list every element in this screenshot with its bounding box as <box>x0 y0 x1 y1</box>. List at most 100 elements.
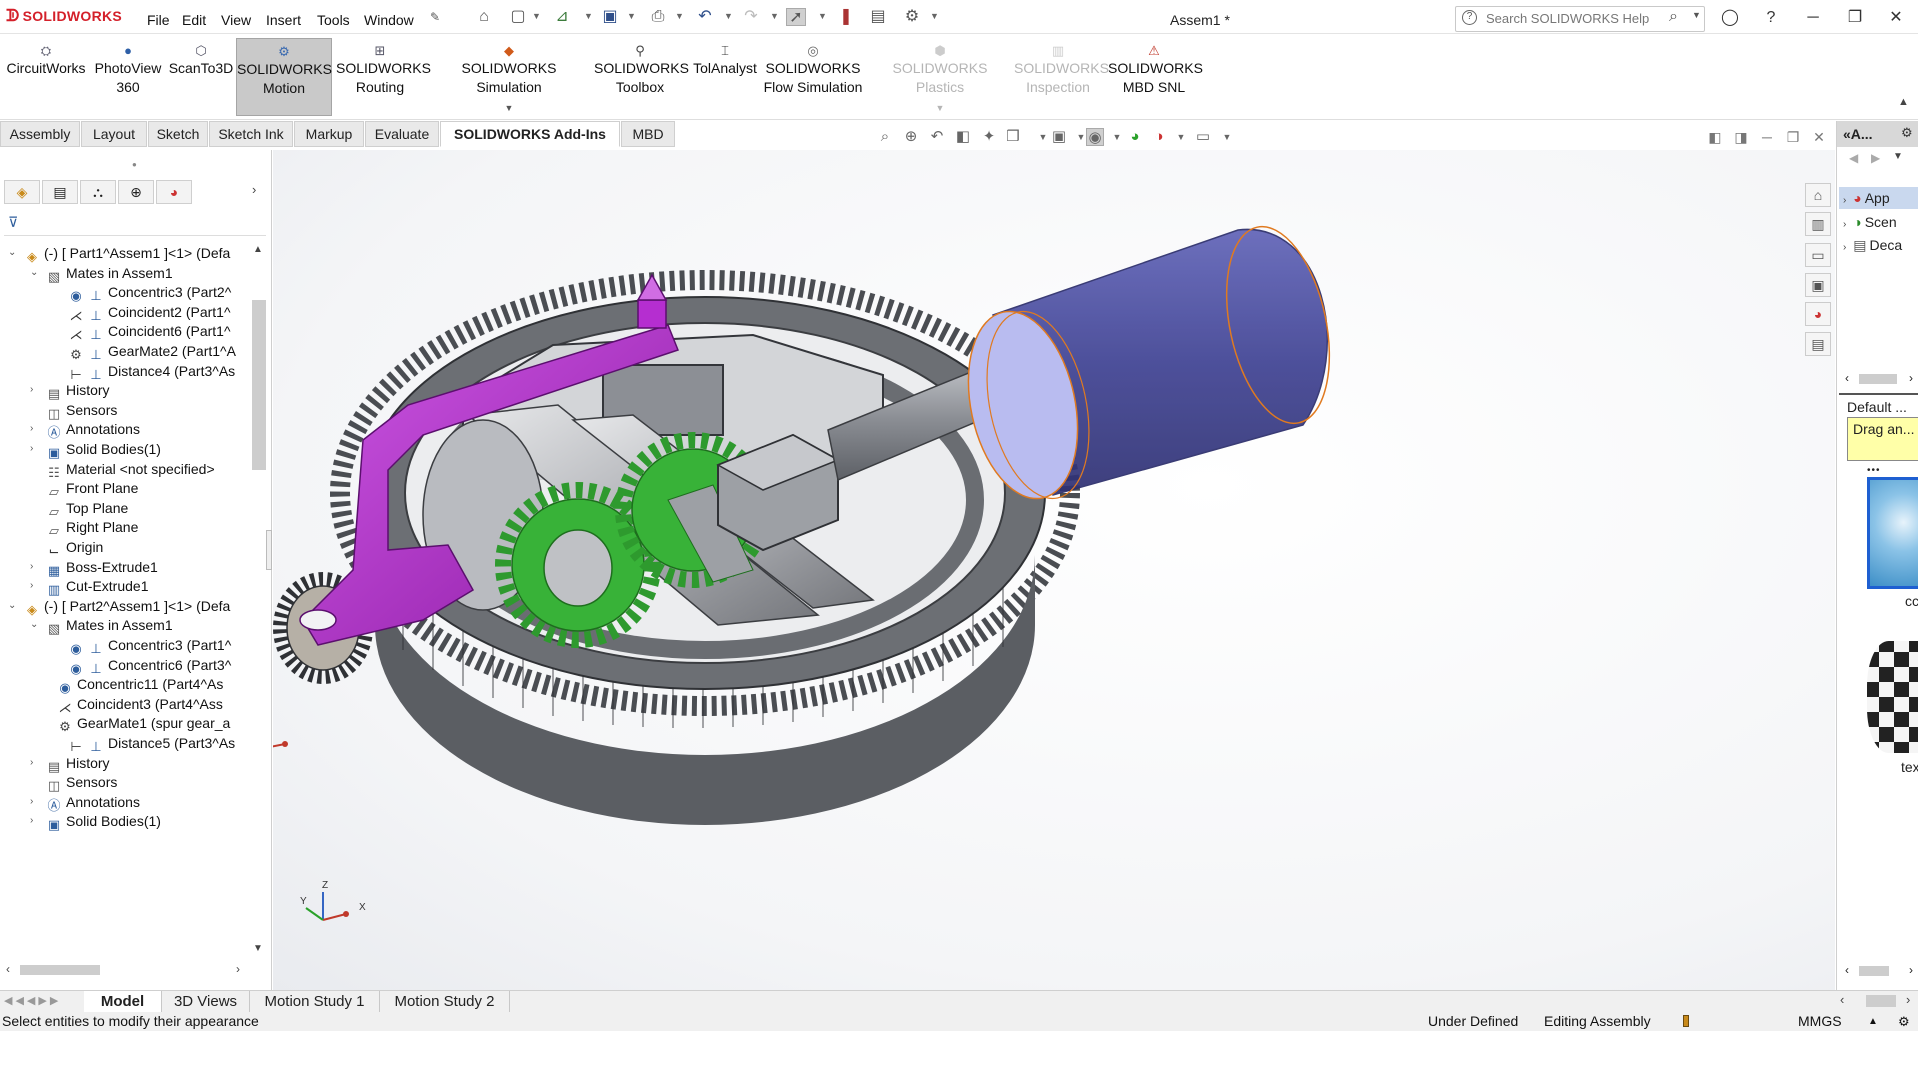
tab-motion-study-2[interactable]: Motion Study 2 <box>380 991 510 1013</box>
edit-appearance-icon[interactable]: ◕ <box>1126 128 1144 146</box>
task-pane-nav-dropdown-icon[interactable]: ▼ <box>1893 151 1903 162</box>
simulation-dropdown-icon[interactable]: ▼ <box>505 103 514 113</box>
plastics-dropdown-icon[interactable]: ▼ <box>936 103 945 113</box>
undo-dropdown-icon[interactable]: ▼ <box>724 11 733 21</box>
collapse-ribbon-icon[interactable]: ▲ <box>1898 96 1909 108</box>
viewport-restore-icon[interactable]: ❐ <box>1784 128 1802 146</box>
task-pane-view-palette-icon[interactable]: ▣ <box>1805 273 1831 297</box>
tree-item[interactable]: › ▣ Solid Bodies(1) <box>0 810 250 832</box>
zoom-to-fit-icon[interactable]: ⌕ <box>876 128 894 146</box>
configuration-manager-tab-icon[interactable]: ⛬ <box>80 180 116 204</box>
folder-expand-icon[interactable]: › <box>1843 242 1846 253</box>
options-dropdown-icon[interactable]: ▼ <box>930 11 939 21</box>
task-pane-bottom-scroll-thumb[interactable] <box>1859 966 1889 976</box>
tree-scroll-left-icon[interactable]: ‹ <box>6 962 10 976</box>
circuitworks-button[interactable]: ⛭ CircuitWorks <box>6 38 86 78</box>
section-view-icon[interactable]: ◧ <box>954 128 972 146</box>
task-pane-hscroll[interactable]: ‹ › <box>1839 371 1918 387</box>
tree-horizontal-scrollbar[interactable]: ‹ › <box>4 962 248 978</box>
print-dropdown-icon[interactable]: ▼ <box>675 11 684 21</box>
customize-status-icon[interactable]: ⚙ <box>1898 1012 1910 1031</box>
graphics-area[interactable] <box>273 150 1835 990</box>
task-pane-nav-forward-icon[interactable]: ▶ <box>1871 151 1880 165</box>
bottom-scroll-right-icon[interactable]: › <box>1906 992 1910 1007</box>
tab-model[interactable]: Model <box>84 991 162 1013</box>
tab-layout[interactable]: Layout <box>81 121 147 147</box>
bottom-scroll-thumb[interactable] <box>1866 995 1896 1007</box>
undo-icon[interactable]: ↶ <box>695 8 715 26</box>
menu-window[interactable]: Window <box>364 12 414 28</box>
task-pane-nav-back-icon[interactable]: ◀ <box>1849 151 1858 165</box>
tree-scroll-thumb[interactable] <box>252 300 266 470</box>
print-icon[interactable]: ⎙ <box>648 8 668 26</box>
viewport-close-icon[interactable]: ✕ <box>1810 128 1828 146</box>
search-icon[interactable]: ⌕ <box>1669 8 1678 26</box>
home-icon[interactable]: ⌂ <box>474 8 494 26</box>
tab-mbd[interactable]: MBD <box>621 121 675 147</box>
view-settings-dropdown-icon[interactable]: ▼ <box>1218 128 1236 146</box>
tab-sketch-ink[interactable]: Sketch Ink <box>209 121 293 147</box>
solidworks-inspection-button[interactable]: ▥ SOLIDWORKS Inspection <box>1014 38 1109 97</box>
hide-show-items-icon[interactable]: ◉ <box>1086 128 1104 146</box>
task-pane-scroll-left-icon[interactable]: ‹ <box>1845 371 1849 385</box>
tab-evaluate[interactable]: Evaluate <box>365 121 439 147</box>
assembly-model[interactable] <box>273 150 1835 990</box>
rebuild-icon[interactable]: ❚ <box>836 8 856 26</box>
expand-chevron-icon[interactable]: › <box>30 810 40 832</box>
folder-expand-icon[interactable]: › <box>1843 219 1846 230</box>
user-account-icon[interactable]: ◯ <box>1718 7 1742 29</box>
restore-icon[interactable]: ❐ <box>1843 7 1867 29</box>
redo-icon[interactable]: ↷ <box>741 8 761 26</box>
solidworks-plastics-button[interactable]: ⬢ SOLIDWORKS Plastics ▼ <box>868 38 1012 118</box>
task-pane-options-icon[interactable]: ⚙ <box>1901 125 1913 141</box>
display-manager-tab-icon[interactable]: ◕ <box>156 180 192 204</box>
property-manager-tab-icon[interactable]: ▤ <box>42 180 78 204</box>
save-dropdown-icon[interactable]: ▼ <box>627 11 636 21</box>
solidworks-simulation-button[interactable]: ◆ SOLIDWORKS Simulation ▼ <box>430 38 588 118</box>
tab-sketch[interactable]: Sketch <box>148 121 208 147</box>
tab-navigation-arrows-icon[interactable]: ◀◀◀▶▶ <box>4 994 61 1007</box>
menu-view[interactable]: View <box>221 12 251 28</box>
view-settings-icon[interactable]: ▭ <box>1194 128 1212 146</box>
tabs-scroll-right-icon[interactable]: › <box>252 182 256 197</box>
tab-3d-views[interactable]: 3D Views <box>162 991 250 1013</box>
tab-assembly[interactable]: Assembly <box>0 121 80 147</box>
decals-folder[interactable]: › ▤ Deca <box>1839 234 1918 256</box>
viewport-minimize-icon[interactable]: ─ <box>1758 128 1776 146</box>
tab-markup[interactable]: Markup <box>294 121 364 147</box>
appearance-thumbnail-2[interactable] <box>1867 641 1918 753</box>
apply-scene-dropdown-icon[interactable]: ▼ <box>1172 128 1190 146</box>
task-pane-design-library-icon[interactable]: ▥ <box>1805 212 1831 236</box>
help-search-input[interactable]: Search SOLIDWORKS Help <box>1455 6 1705 32</box>
tolanalyst-button[interactable]: ⌶ TolAnalyst <box>690 38 760 78</box>
save-icon[interactable]: ▣ <box>600 8 620 26</box>
menu-insert[interactable]: Insert <box>266 12 301 28</box>
feature-tree-tab-icon[interactable]: ◈ <box>4 180 40 204</box>
photoview360-button[interactable]: ● PhotoView 360 <box>92 38 164 97</box>
menu-file[interactable]: File <box>147 12 170 28</box>
tree-scroll-down-icon[interactable]: ▼ <box>253 943 263 954</box>
display-style-icon[interactable]: ▣ <box>1050 128 1068 146</box>
tree-filter[interactable]: ⊽ <box>4 210 266 236</box>
file-properties-icon[interactable]: ▤ <box>868 8 888 26</box>
new-dropdown-icon[interactable]: ▼ <box>532 11 541 21</box>
apply-scene-icon[interactable]: ◑ <box>1150 128 1168 146</box>
tab-solidworks-add-ins[interactable]: SOLIDWORKS Add-Ins <box>440 121 620 147</box>
task-pane-bottom-scroll-right-icon[interactable]: › <box>1909 963 1913 977</box>
folder-expand-icon[interactable]: › <box>1843 195 1846 206</box>
tree-scroll-right-icon[interactable]: › <box>236 962 240 976</box>
panel-splitter[interactable] <box>266 530 272 570</box>
appearance-thumbnail-1[interactable] <box>1867 477 1918 589</box>
viewport-split-left-icon[interactable]: ◧ <box>1706 128 1724 146</box>
task-pane-scroll-right-icon[interactable]: › <box>1909 371 1913 385</box>
new-document-icon[interactable]: ▢ <box>508 8 528 26</box>
solidworks-toolbox-button[interactable]: ⚲ SOLIDWORKS Toolbox <box>594 38 689 97</box>
open-icon[interactable]: ⊿ <box>552 8 572 26</box>
scenes-folder[interactable]: › ◑ Scen <box>1839 211 1918 233</box>
viewport-split-right-icon[interactable]: ◨ <box>1732 128 1750 146</box>
tab-motion-study-1[interactable]: Motion Study 1 <box>250 991 380 1013</box>
solidworks-logo[interactable]: ᗫ SOLIDWORKS <box>6 8 122 26</box>
close-icon[interactable]: ✕ <box>1884 7 1908 29</box>
task-pane-file-explorer-icon[interactable]: ▭ <box>1805 243 1831 267</box>
solidworks-routing-button[interactable]: ⊞ SOLIDWORKS Routing <box>336 38 431 97</box>
